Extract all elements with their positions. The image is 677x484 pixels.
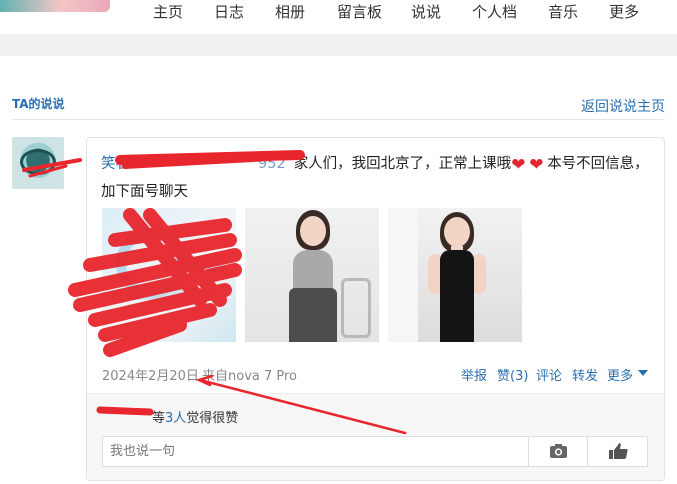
nav-music[interactable]: 音乐 bbox=[548, 2, 578, 22]
post-image-3[interactable] bbox=[388, 208, 522, 342]
forward-link[interactable]: 转发 bbox=[572, 365, 598, 384]
likes-prefix: 等 bbox=[152, 411, 166, 426]
like-link[interactable]: 赞(3) bbox=[497, 365, 528, 384]
likes-count-link[interactable]: 3人 bbox=[165, 411, 186, 426]
likes-summary: 等3人觉得很赞 bbox=[102, 407, 238, 426]
nav-shuoshuo[interactable]: 说说 bbox=[411, 2, 441, 22]
comment-input[interactable]: 我也说一句 bbox=[102, 436, 529, 467]
author-name-visible: 笑看 bbox=[101, 156, 130, 172]
post-content: 笑看 952 家人们，我回北京了，正常上课哦❤ ❤ 本号不回信息，加下面号聊天 bbox=[101, 150, 657, 206]
post-source-device: 来自nova 7 Pro bbox=[202, 369, 298, 384]
caret-down-icon[interactable] bbox=[638, 370, 648, 376]
heart-emoji-icon: ❤ bbox=[529, 155, 544, 175]
top-navigation: 主页 日志 相册 留言板 说说 个人档 音乐 更多 bbox=[0, 0, 677, 34]
comment-link[interactable]: 评论 bbox=[536, 365, 562, 384]
author-avatar[interactable] bbox=[12, 137, 64, 189]
post-date: 2024年2月20日 bbox=[102, 369, 199, 384]
nav-profile[interactable]: 个人档 bbox=[472, 2, 517, 22]
post-image-2[interactable] bbox=[245, 208, 379, 342]
nav-divider-band bbox=[0, 34, 677, 56]
nav-more[interactable]: 更多 bbox=[609, 2, 639, 22]
thumbs-up-icon bbox=[609, 443, 628, 459]
more-menu-link[interactable]: 更多 bbox=[607, 365, 633, 384]
nav-home[interactable]: 主页 bbox=[153, 2, 183, 22]
profile-banner-thumbnail bbox=[0, 0, 110, 12]
likes-suffix: 觉得很赞 bbox=[186, 411, 239, 426]
post-author-link[interactable]: 笑看 952 bbox=[101, 156, 286, 172]
camera-icon bbox=[550, 444, 567, 458]
heart-emoji-icon: ❤ bbox=[511, 155, 526, 175]
photo-upload-button[interactable] bbox=[529, 436, 588, 467]
section-divider bbox=[12, 119, 665, 120]
nav-albums[interactable]: 相册 bbox=[275, 2, 305, 22]
post-text-main: 家人们，我回北京了，正常上课哦 bbox=[293, 156, 512, 172]
author-name-tail: 952 bbox=[258, 156, 286, 172]
nav-guestbook[interactable]: 留言板 bbox=[337, 2, 382, 22]
nav-blog[interactable]: 日志 bbox=[214, 2, 244, 22]
section-title: TA的说说 bbox=[12, 97, 65, 111]
report-link[interactable]: 举报 bbox=[461, 365, 487, 384]
post-image-1[interactable] bbox=[102, 208, 236, 342]
back-to-shuoshuo-link[interactable]: 返回说说主页 bbox=[581, 96, 665, 116]
avatar-image-detail bbox=[20, 149, 56, 175]
like-thumb-button[interactable] bbox=[588, 436, 648, 467]
